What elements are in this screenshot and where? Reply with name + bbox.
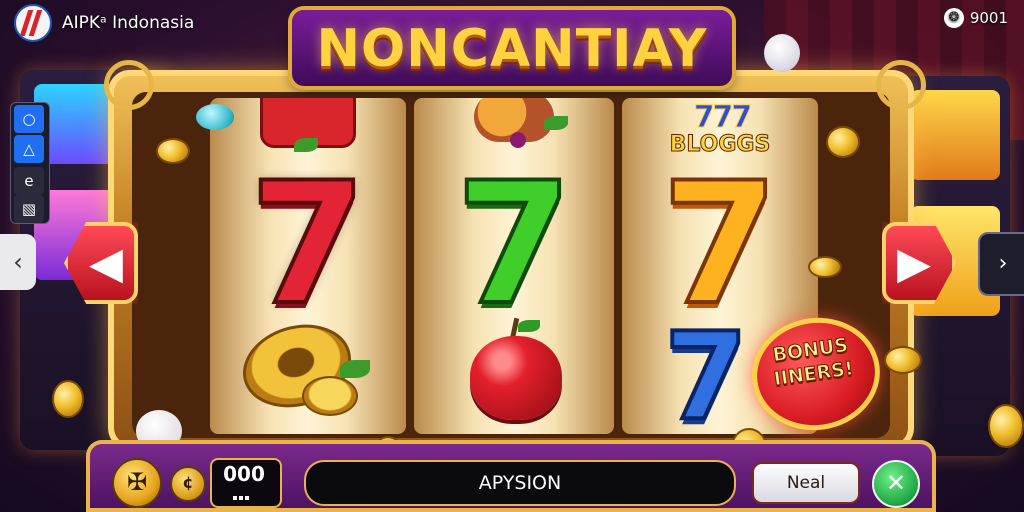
floating-coin-icon	[988, 404, 1024, 448]
floating-coin-icon	[52, 380, 84, 418]
message-display: APYSION	[304, 460, 736, 506]
credit-indicator-icon	[232, 486, 256, 500]
brand: AIPKᵃ Indonasia	[14, 4, 195, 42]
leaf-icon	[544, 116, 568, 130]
side-panel-item[interactable]: △	[14, 135, 44, 163]
floating-coin-icon	[156, 138, 190, 164]
nav-back-button[interactable]: ‹	[0, 234, 36, 290]
spin-button[interactable]: ✠	[112, 458, 162, 508]
leaf-icon	[518, 320, 540, 332]
gold-coin-symbol-icon	[302, 376, 358, 416]
frame-scroll-ornament	[876, 60, 926, 110]
green-seven-symbol-icon: 7	[454, 146, 575, 342]
close-button[interactable]: ✕	[872, 460, 920, 508]
arrow-left-icon: ▶	[89, 237, 123, 289]
floating-gem-icon	[764, 34, 800, 72]
badge-777: 777	[693, 100, 753, 136]
nav-forward-button[interactable]: ›	[978, 232, 1024, 296]
orange-seven-symbol-icon: 7	[660, 146, 781, 342]
red-seven-symbol-icon: 7	[248, 146, 369, 342]
background-cabinet-screen	[910, 90, 1000, 180]
arrow-right-icon: ▶	[897, 237, 931, 289]
counter: ❂ 9001	[943, 8, 1008, 28]
red-apple-symbol-icon	[470, 336, 562, 420]
action-button[interactable]: Neal	[752, 462, 860, 504]
counter-value: 9001	[969, 9, 1008, 27]
floating-coin-icon	[826, 126, 860, 158]
coin-button[interactable]: ¢	[170, 466, 206, 502]
side-panel-item[interactable]: ○	[14, 105, 44, 133]
side-panel-item[interactable]: e	[14, 167, 44, 195]
badge-icon: ❂	[943, 8, 964, 28]
reel-1: 7	[210, 98, 406, 434]
floating-coin-icon	[808, 256, 842, 278]
brand-name: AIPKᵃ Indonasia	[62, 13, 195, 33]
side-panel-item[interactable]: ▧	[14, 195, 44, 223]
game-title: NONCANTIAY	[316, 19, 708, 79]
reel-2: 7	[414, 98, 614, 434]
leaf-icon	[340, 360, 370, 378]
side-panel: ○ △ e ▧	[10, 102, 50, 224]
brand-logo-icon	[14, 4, 52, 42]
frame-scroll-ornament	[104, 60, 154, 110]
credit-value: 000	[223, 462, 265, 486]
floating-coin-icon	[884, 346, 922, 374]
floating-gem-icon	[196, 104, 234, 130]
